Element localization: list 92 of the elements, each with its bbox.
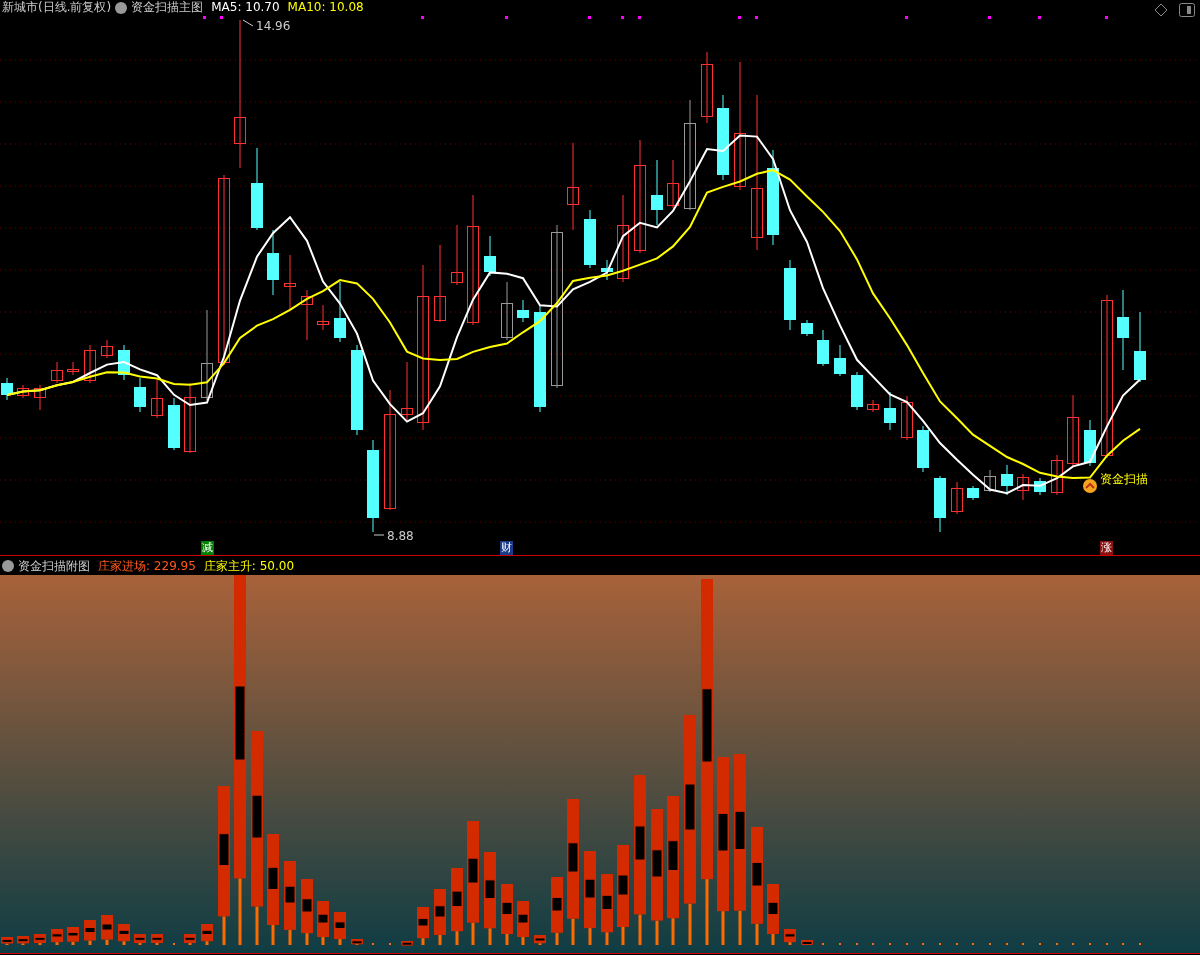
indicator-bar bbox=[17, 936, 29, 945]
candlestick bbox=[934, 475, 946, 533]
legend-value: 庄家进场: 229.95 bbox=[98, 557, 196, 575]
candlestick bbox=[334, 281, 346, 343]
up-arrow-circle-icon bbox=[1083, 479, 1097, 493]
candlestick bbox=[84, 344, 96, 384]
signal-tag: 财 bbox=[500, 541, 513, 555]
indicator-bar bbox=[67, 927, 79, 945]
security-title: 新城市(日线.前复权) bbox=[2, 0, 112, 15]
leader-line bbox=[242, 19, 254, 27]
candlestick bbox=[17, 384, 29, 399]
high-price-label: 14.96 bbox=[256, 19, 291, 33]
candlestick bbox=[1001, 464, 1013, 496]
candlestick bbox=[601, 259, 613, 281]
candlestick bbox=[584, 209, 596, 269]
indicator-bar bbox=[317, 901, 329, 945]
candlestick bbox=[101, 339, 113, 359]
candlestick bbox=[851, 371, 863, 411]
indicator-bar bbox=[767, 884, 779, 945]
candlestick bbox=[951, 481, 963, 515]
candlestick bbox=[151, 379, 163, 419]
candlestick bbox=[1051, 454, 1063, 496]
indicator-bar bbox=[84, 920, 96, 945]
indicator-bar bbox=[517, 901, 529, 945]
indicator-bar bbox=[184, 934, 196, 945]
collapse-icon[interactable] bbox=[2, 559, 14, 572]
indicator-bar bbox=[34, 934, 46, 945]
candlestick bbox=[484, 235, 496, 277]
indicator-title: 资金扫描附图 bbox=[18, 557, 90, 575]
indicator-bar bbox=[51, 929, 63, 945]
indicator-bar bbox=[501, 884, 513, 945]
candlestick bbox=[34, 384, 46, 411]
candlestick bbox=[267, 229, 279, 296]
indicator-title: 资金扫描主图 bbox=[131, 0, 204, 15]
candlestick bbox=[1034, 477, 1046, 496]
candlestick bbox=[801, 319, 813, 337]
candlestick bbox=[401, 361, 413, 421]
candlestick bbox=[1, 377, 13, 401]
candlestick bbox=[984, 469, 996, 493]
diamond-icon[interactable] bbox=[1154, 3, 1168, 17]
window-icon[interactable] bbox=[1179, 3, 1195, 17]
indicator-bar bbox=[1, 937, 13, 945]
candlestick bbox=[317, 304, 329, 331]
indicator-bar bbox=[134, 934, 146, 945]
candlestick bbox=[917, 425, 929, 473]
legend-value: MA10: 10.08 bbox=[287, 0, 364, 15]
candlestick bbox=[884, 391, 896, 431]
indicator-bar bbox=[334, 912, 346, 945]
candlestick bbox=[168, 397, 180, 451]
candlestick bbox=[301, 289, 313, 341]
indicator-bar bbox=[351, 939, 363, 945]
candlestick bbox=[51, 361, 63, 384]
indicator-bar bbox=[401, 941, 413, 946]
candlestick bbox=[1084, 419, 1096, 467]
indicator-bar bbox=[118, 924, 130, 945]
candlestick bbox=[651, 159, 663, 226]
candlestick bbox=[1134, 311, 1146, 383]
candlestick bbox=[451, 224, 463, 286]
candlestick bbox=[784, 259, 796, 331]
candlestick bbox=[184, 382, 196, 454]
indicator-bar bbox=[417, 907, 429, 945]
indicator-bar bbox=[551, 877, 563, 945]
legend-value: MA5: 10.70 bbox=[211, 0, 280, 15]
signal-tag: 涨 bbox=[1100, 541, 1113, 555]
leader-line bbox=[373, 534, 385, 536]
indicator-bar bbox=[801, 940, 813, 945]
legend-value: 庄家主升: 50.00 bbox=[203, 557, 295, 575]
candlestick bbox=[967, 485, 979, 501]
candlestick bbox=[284, 254, 296, 311]
low-price-label: 8.88 bbox=[387, 529, 414, 543]
signal-label: 资金扫描 bbox=[1100, 471, 1148, 488]
candlestick bbox=[501, 281, 513, 341]
candlestick bbox=[667, 159, 679, 209]
candlestick bbox=[834, 344, 846, 377]
indicator-bar bbox=[201, 924, 213, 945]
indicator-bar bbox=[434, 889, 446, 945]
indicator-bar bbox=[101, 915, 113, 945]
candlestick bbox=[1017, 473, 1029, 501]
candlestick bbox=[118, 344, 130, 381]
indicator-bar bbox=[301, 879, 313, 945]
candlestick bbox=[817, 329, 829, 367]
candlestick bbox=[867, 399, 879, 413]
candlestick bbox=[134, 377, 146, 413]
signal-tag: 减 bbox=[201, 541, 214, 555]
candlestick bbox=[901, 395, 913, 441]
candlestick bbox=[67, 361, 79, 376]
indicator-bar bbox=[151, 934, 163, 945]
indicator-bar bbox=[784, 929, 796, 945]
collapse-icon[interactable] bbox=[115, 1, 128, 14]
candlestick bbox=[517, 299, 529, 323]
indicator-bar bbox=[534, 935, 546, 945]
indicator-bar bbox=[601, 874, 613, 945]
